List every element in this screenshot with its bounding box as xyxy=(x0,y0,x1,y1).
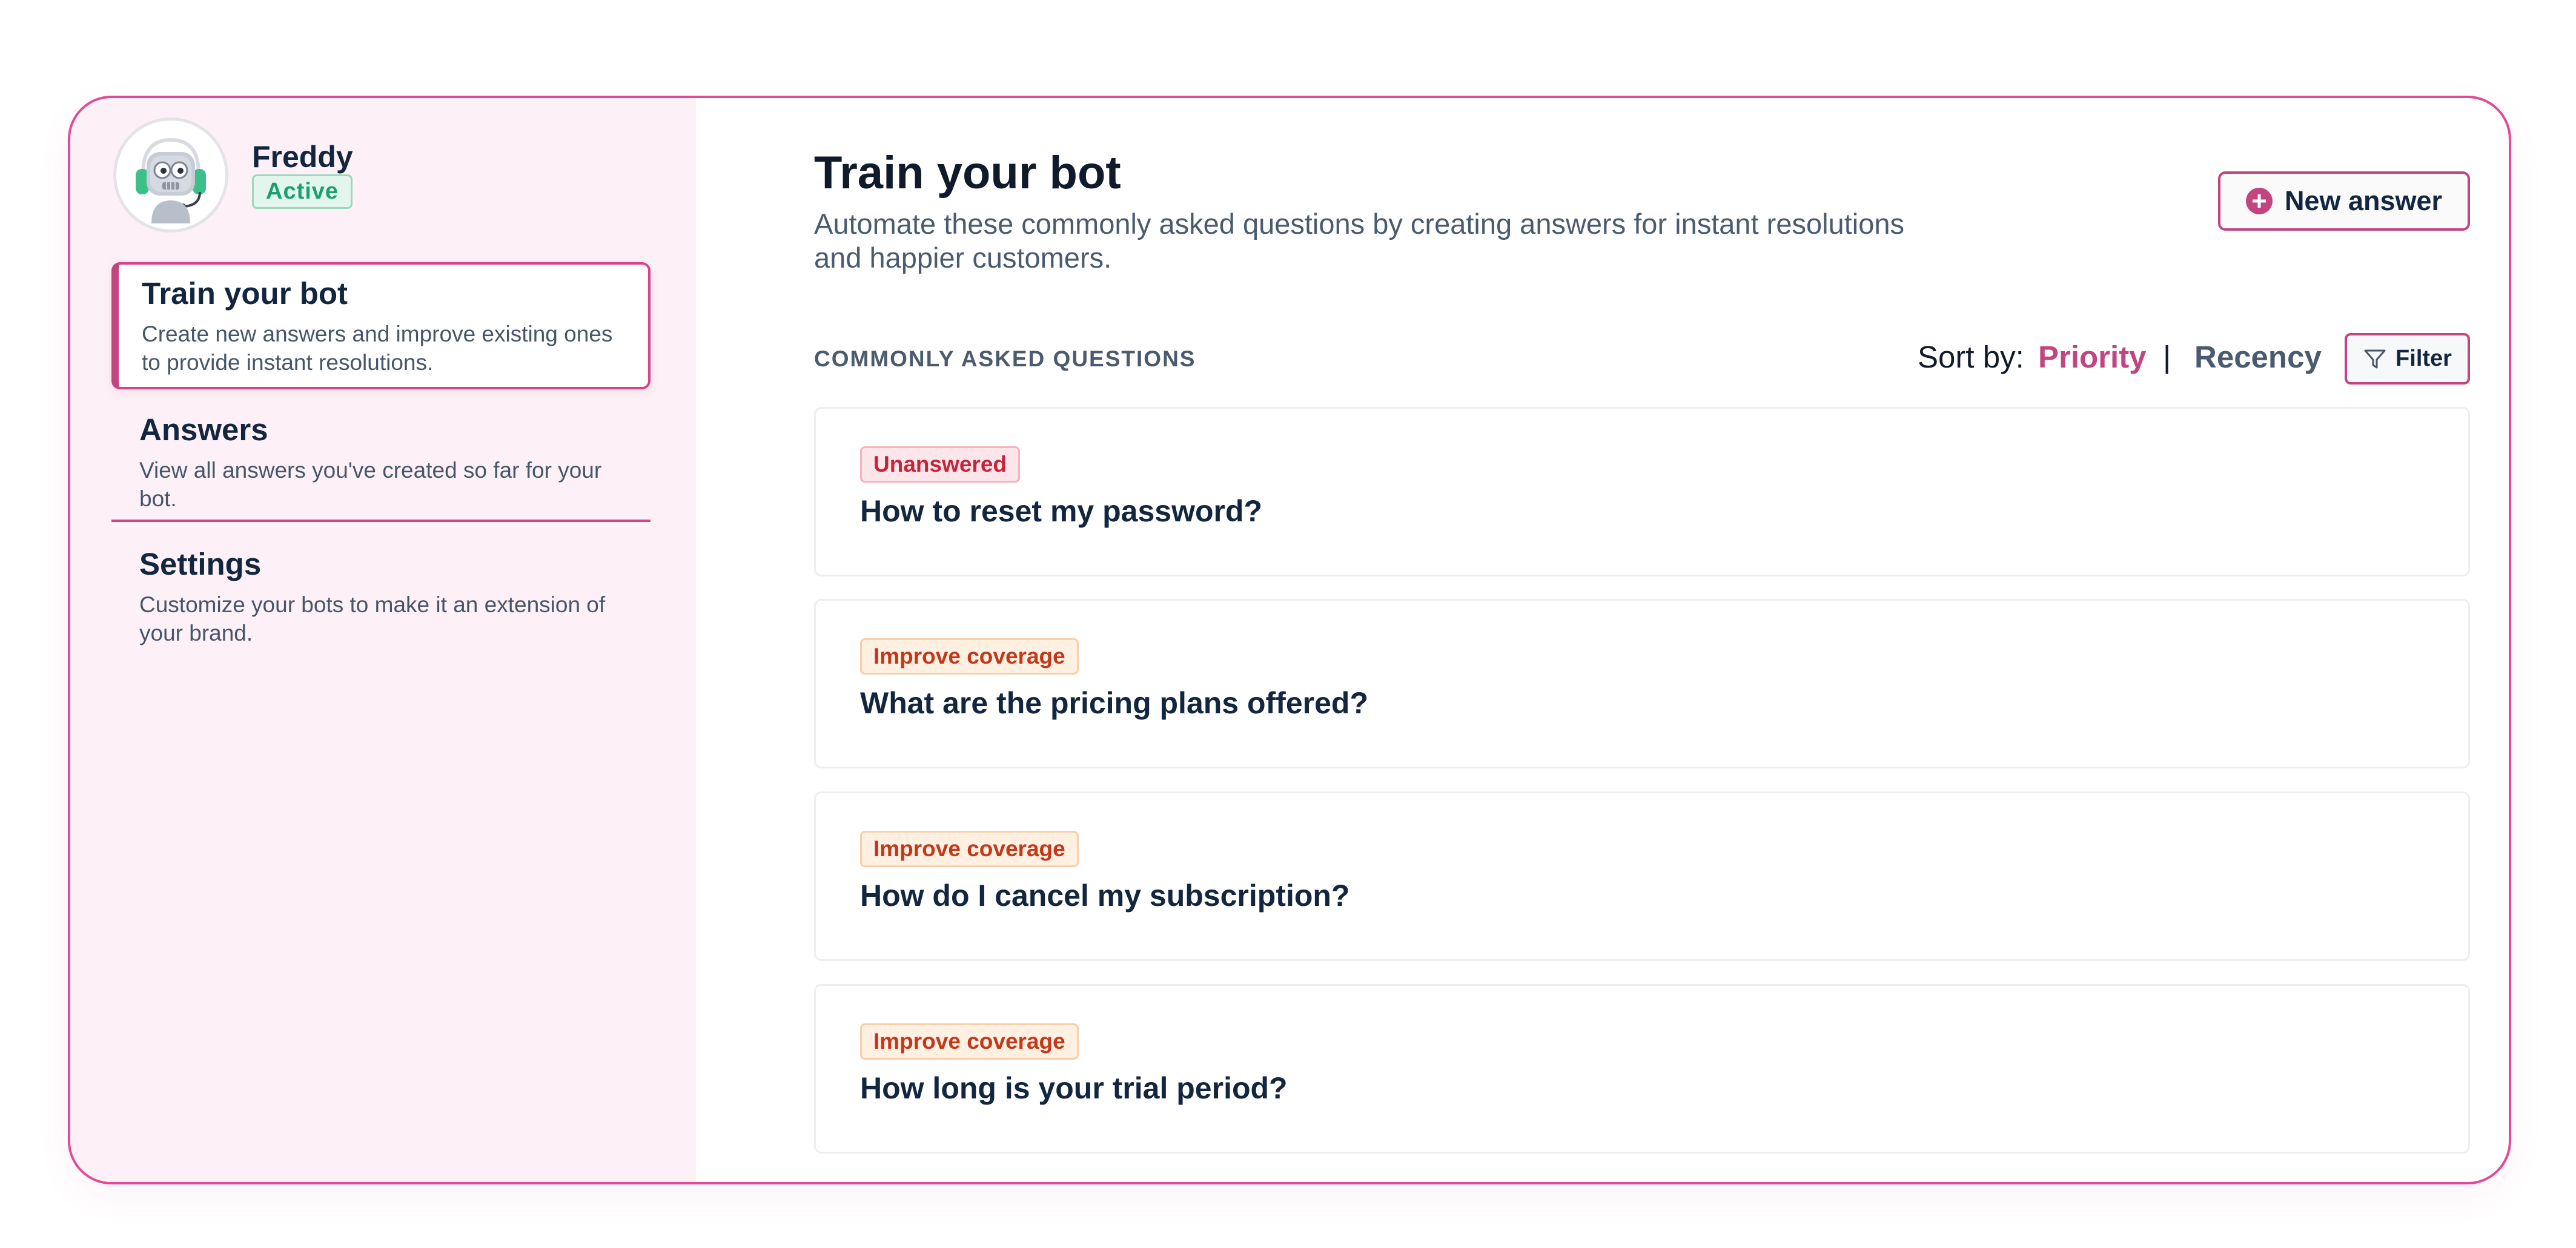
page-subtitle: Automate these commonly asked questions … xyxy=(814,208,1904,274)
question-status-badge: Improve coverage xyxy=(860,831,1079,867)
sidebar-item-answers[interactable]: Answers View all answers you've created … xyxy=(111,401,651,522)
question-status-badge: Improve coverage xyxy=(860,1023,1079,1060)
question-text: How do I cancel my subscription? xyxy=(860,879,1350,913)
filter-button[interactable]: Filter xyxy=(2345,333,2470,385)
bot-avatar xyxy=(113,117,228,233)
new-answer-button[interactable]: New answer xyxy=(2218,171,2470,231)
sort-priority-link[interactable]: Priority xyxy=(2038,339,2147,375)
question-card[interactable]: Improve coverage How do I cancel my subs… xyxy=(814,791,2470,961)
sidebar-item-desc: Create new answers and improve existing … xyxy=(142,322,613,375)
question-text: How to reset my password? xyxy=(860,494,1263,528)
sidebar-item-title: Train your bot xyxy=(142,276,348,311)
question-card[interactable]: Improve coverage How long is your trial … xyxy=(814,984,2470,1154)
robot-icon xyxy=(136,137,206,223)
sort-label: Sort by: xyxy=(1918,340,2024,374)
sidebar-item-desc: Customize your bots to make it an extens… xyxy=(139,592,606,645)
question-card[interactable]: Improve coverage What are the pricing pl… xyxy=(814,599,2470,768)
funnel-icon xyxy=(2363,347,2387,371)
question-status-badge: Unanswered xyxy=(860,446,1021,483)
sidebar-item-title: Settings xyxy=(139,547,262,581)
plus-circle-icon xyxy=(2245,188,2273,214)
app-frame: Freddy Active Train your bot Create new … xyxy=(68,96,2511,1184)
sidebar-item-train-your-bot[interactable]: Train your bot Create new answers and im… xyxy=(111,262,651,389)
question-text: How long is your trial period? xyxy=(860,1071,1288,1105)
sort-divider: | xyxy=(2163,340,2171,374)
bot-name: Freddy xyxy=(252,140,353,174)
page-title: Train your bot xyxy=(814,147,1121,199)
sidebar-item-settings[interactable]: Settings Customize your bots to make it … xyxy=(111,535,651,656)
sidebar: Freddy Active Train your bot Create new … xyxy=(70,98,696,1182)
sidebar-item-title: Answers xyxy=(139,412,268,447)
section-label: COMMONLY ASKED QUESTIONS xyxy=(814,346,1196,371)
question-status-badge: Improve coverage xyxy=(860,638,1079,675)
sidebar-item-desc: View all answers you've created so far f… xyxy=(139,458,602,511)
filter-label: Filter xyxy=(2396,346,2452,371)
question-card[interactable]: Unanswered How to reset my password? xyxy=(814,407,2470,576)
sort-recency-link[interactable]: Recency xyxy=(2194,339,2322,375)
status-badge: Active xyxy=(252,174,353,209)
new-answer-label: New answer xyxy=(2284,185,2443,216)
question-text: What are the pricing plans offered? xyxy=(860,686,1368,720)
